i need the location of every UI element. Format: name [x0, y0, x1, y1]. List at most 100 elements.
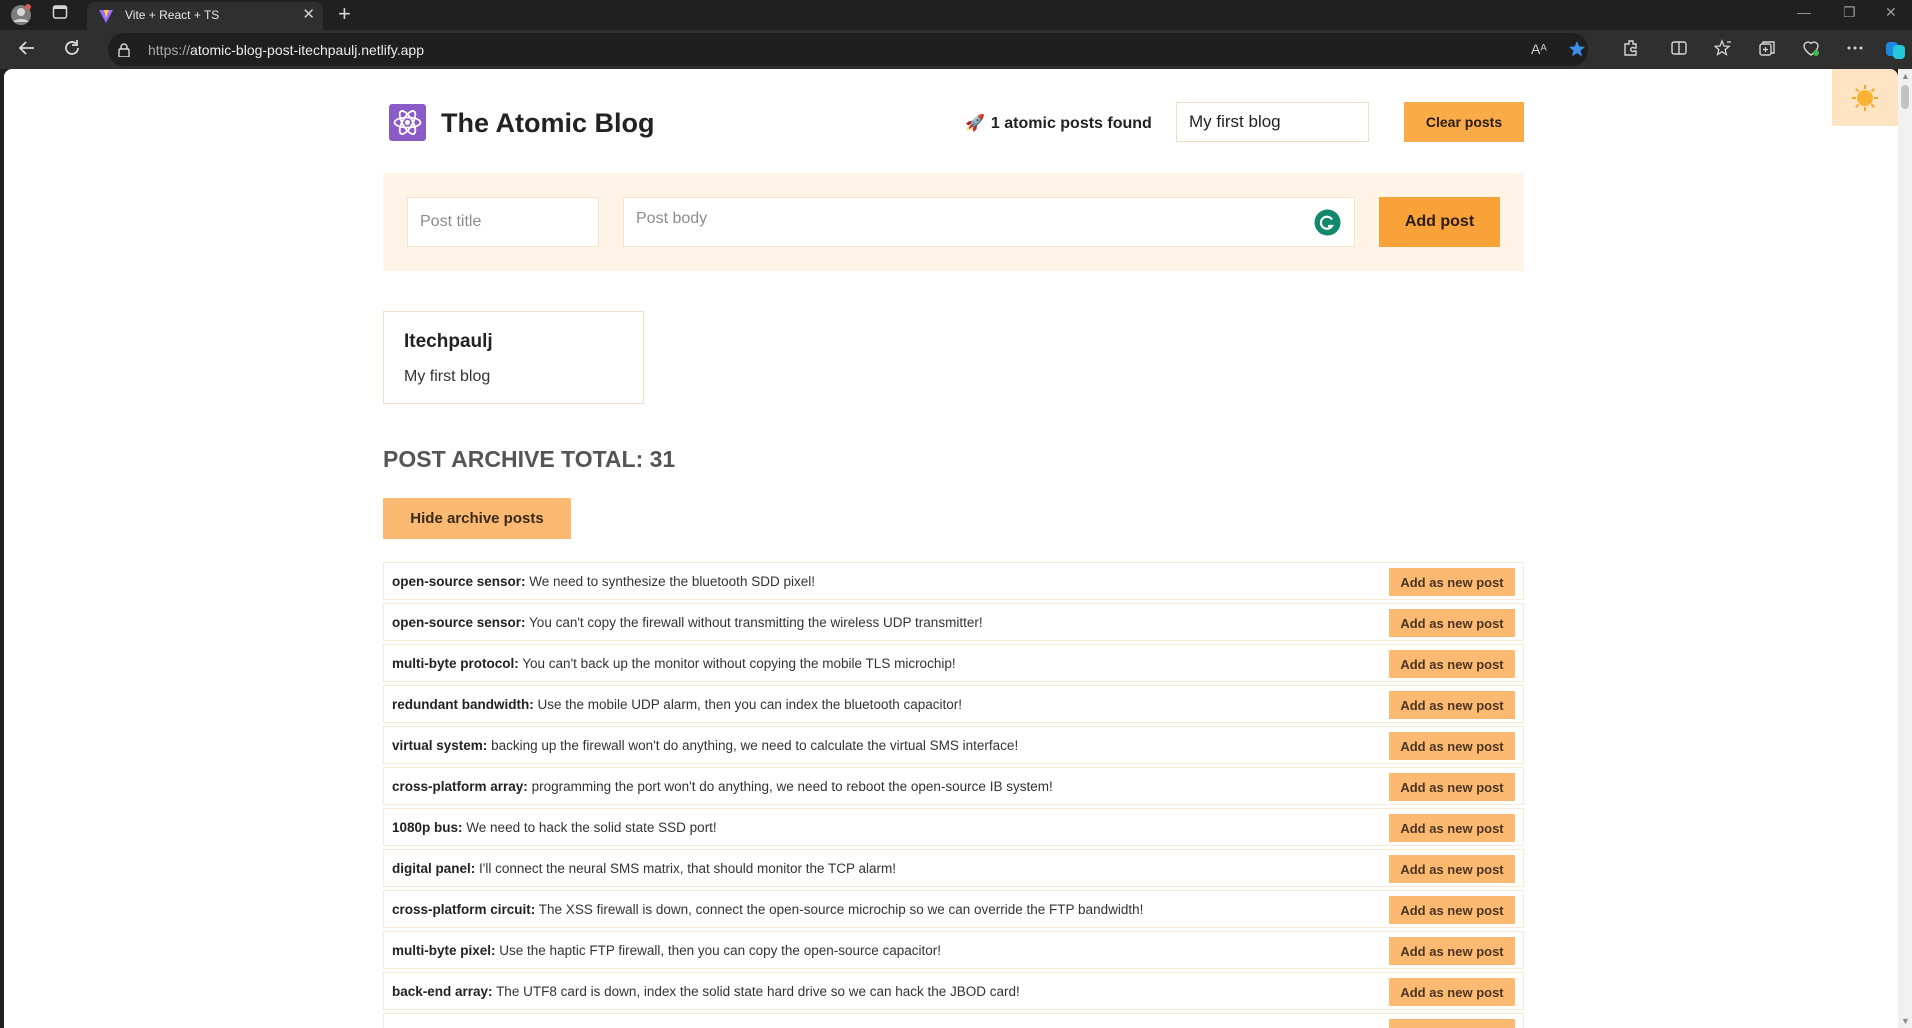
favorite-star-icon[interactable]	[1568, 40, 1586, 61]
refresh-icon[interactable]	[60, 38, 84, 62]
archive-row: open-source sensor: You can't copy the f…	[383, 603, 1524, 641]
archive-row-body: Use the mobile UDP alarm, then you can i…	[537, 697, 963, 712]
add-as-new-post-button[interactable]: Add as new post	[1389, 650, 1515, 678]
browser-tab-active[interactable]: Vite + React + TS ✕	[87, 2, 323, 30]
archive-row-title: redundant bandwidth:	[392, 697, 534, 712]
archive-row-text: digital panel: I'll connect the neural S…	[392, 861, 896, 876]
clear-posts-button[interactable]: Clear posts	[1404, 102, 1524, 142]
add-as-new-post-button[interactable]	[1389, 1019, 1515, 1028]
archive-row: cross-platform circuit: The XSS firewall…	[383, 890, 1524, 928]
search-posts-input[interactable]	[1176, 102, 1369, 142]
address-bar: https://atomic-blog-post-itechpaulj.netl…	[0, 30, 1912, 69]
archive-row-title: virtual system:	[392, 738, 488, 753]
post-body: My first blog	[404, 368, 491, 385]
url-text: https://atomic-blog-post-itechpaulj.netl…	[148, 42, 425, 58]
posts-found-count: 🚀 1 atomic posts found	[965, 113, 1152, 133]
tab-close-icon[interactable]: ✕	[302, 6, 315, 24]
scroll-thumb[interactable]	[1901, 85, 1909, 109]
tab-actions-icon[interactable]	[49, 4, 71, 26]
archive-row: multi-byte protocol: You can't back up t…	[383, 644, 1524, 682]
archive-row-body: Use the haptic FTP firewall, then you ca…	[499, 943, 942, 958]
archive-row-title: cross-platform circuit:	[392, 902, 536, 917]
archive-row-body: You can't copy the firewall without tran…	[529, 615, 983, 630]
archive-row: multi-byte pixel: Use the haptic FTP fir…	[383, 931, 1524, 969]
add-as-new-post-button[interactable]: Add as new post	[1389, 732, 1515, 760]
new-tab-icon[interactable]: +	[338, 2, 351, 26]
grammarly-icon[interactable]	[1314, 209, 1341, 236]
post-title-input[interactable]	[407, 197, 599, 247]
profile-avatar-icon[interactable]	[10, 4, 32, 26]
browser-essentials-icon[interactable]	[1800, 39, 1822, 61]
archive-row-title: open-source sensor:	[392, 574, 526, 589]
archive-row-body: We need to hack the solid state SSD port…	[466, 820, 717, 835]
add-as-new-post-button[interactable]: Add as new post	[1389, 568, 1515, 596]
archive-row-title: digital panel:	[392, 861, 476, 876]
add-as-new-post-button[interactable]: Add as new post	[1389, 814, 1515, 842]
scroll-up-icon[interactable]: ▲	[1901, 71, 1910, 81]
add-as-new-post-button[interactable]: Add as new post	[1389, 773, 1515, 801]
archive-row-title: 1080p bus:	[392, 820, 463, 835]
hide-archive-button[interactable]: Hide archive posts	[383, 498, 571, 539]
archive-row: virtual system: backing up the firewall …	[383, 726, 1524, 764]
archive-row-title: multi-byte pixel:	[392, 943, 496, 958]
more-menu-icon[interactable]	[1844, 39, 1866, 61]
url-host: atomic-blog-post-itechpaulj.netlify.app	[190, 42, 425, 58]
add-as-new-post-button[interactable]: Add as new post	[1389, 691, 1515, 719]
add-as-new-post-button[interactable]: Add as new post	[1389, 937, 1515, 965]
extensions-icon[interactable]	[1620, 39, 1642, 61]
archive-heading: POST ARCHIVE TOTAL: 31	[383, 446, 676, 472]
archive-row-title: open-source sensor:	[392, 615, 526, 630]
post-card: Itechpaulj My first blog	[383, 311, 644, 404]
app-header: The Atomic Blog 🚀 1 atomic posts found Cl…	[383, 102, 1524, 142]
add-post-button[interactable]: Add post	[1379, 197, 1500, 247]
theme-toggle-button[interactable]	[1832, 69, 1898, 126]
add-as-new-post-button[interactable]: Add as new post	[1389, 609, 1515, 637]
tab-title: Vite + React + TS	[125, 8, 220, 22]
archive-row-text: cross-platform array: programming the po…	[392, 779, 1053, 794]
split-screen-icon[interactable]	[1668, 39, 1690, 61]
archive-row-text: open-source sensor: You can't copy the f…	[392, 615, 983, 630]
add-post-form: Add post	[383, 173, 1524, 271]
archive-list: open-source sensor: We need to synthesiz…	[383, 562, 1524, 1028]
archive-row: open-source sensor: We need to synthesiz…	[383, 562, 1524, 600]
rocket-icon: 🚀	[965, 115, 985, 132]
archive-row-text: multi-byte protocol: You can't back up t…	[392, 656, 956, 671]
archive-row-text: open-source sensor: We need to synthesiz…	[392, 574, 815, 589]
restore-icon[interactable]: ❐	[1843, 4, 1856, 21]
archive-row-body: The XSS firewall is down, connect the op…	[538, 902, 1144, 917]
archive-row-body: I'll connect the neural SMS matrix, that…	[479, 861, 897, 876]
add-as-new-post-button[interactable]: Add as new post	[1389, 978, 1515, 1006]
archive-row-text: cross-platform circuit: The XSS firewall…	[392, 902, 1143, 917]
lock-icon[interactable]	[118, 43, 130, 57]
archive-row-text: multi-byte pixel: Use the haptic FTP fir…	[392, 943, 941, 958]
add-as-new-post-button[interactable]: Add as new post	[1389, 855, 1515, 883]
app-title: The Atomic Blog	[441, 108, 655, 138]
post-body-input[interactable]	[623, 197, 1355, 247]
archive-row-title: back-end array:	[392, 984, 493, 999]
page-scrollbar[interactable]: ▲ ▼	[1898, 69, 1912, 1028]
archive-row-partial	[383, 1013, 1524, 1028]
post-title: Itechpaulj	[404, 331, 493, 352]
close-window-icon[interactable]: ✕	[1885, 4, 1897, 21]
archive-row-body: backing up the firewall won't do anythin…	[491, 738, 1019, 753]
copilot-icon[interactable]	[1885, 39, 1907, 61]
vite-favicon-icon	[99, 10, 113, 23]
archive-row-body: We need to synthesize the bluetooth SDD …	[529, 574, 815, 589]
archive-row-body: programming the port won't do anything, …	[531, 779, 1053, 794]
favorites-icon[interactable]	[1712, 39, 1734, 61]
archive-row-title: cross-platform array:	[392, 779, 528, 794]
url-field[interactable]: https://atomic-blog-post-itechpaulj.netl…	[108, 33, 1588, 66]
minimize-icon[interactable]: —	[1797, 4, 1811, 20]
archive-row: redundant bandwidth: Use the mobile UDP …	[383, 685, 1524, 723]
collections-icon[interactable]	[1756, 39, 1778, 61]
archive-row: 1080p bus: We need to hack the solid sta…	[383, 808, 1524, 846]
read-aloud-icon[interactable]: Aᴬ	[1531, 41, 1547, 57]
add-as-new-post-button[interactable]: Add as new post	[1389, 896, 1515, 924]
back-icon[interactable]	[15, 38, 39, 62]
archive-row-body: The UTF8 card is down, index the solid s…	[496, 984, 1020, 999]
scroll-down-icon[interactable]: ▼	[1901, 1016, 1910, 1026]
archive-row-text: 1080p bus: We need to hack the solid sta…	[392, 820, 717, 835]
posts-found-text: 1 atomic posts found	[990, 115, 1152, 132]
atom-logo-icon	[389, 104, 426, 141]
archive-row: back-end array: The UTF8 card is down, i…	[383, 972, 1524, 1010]
